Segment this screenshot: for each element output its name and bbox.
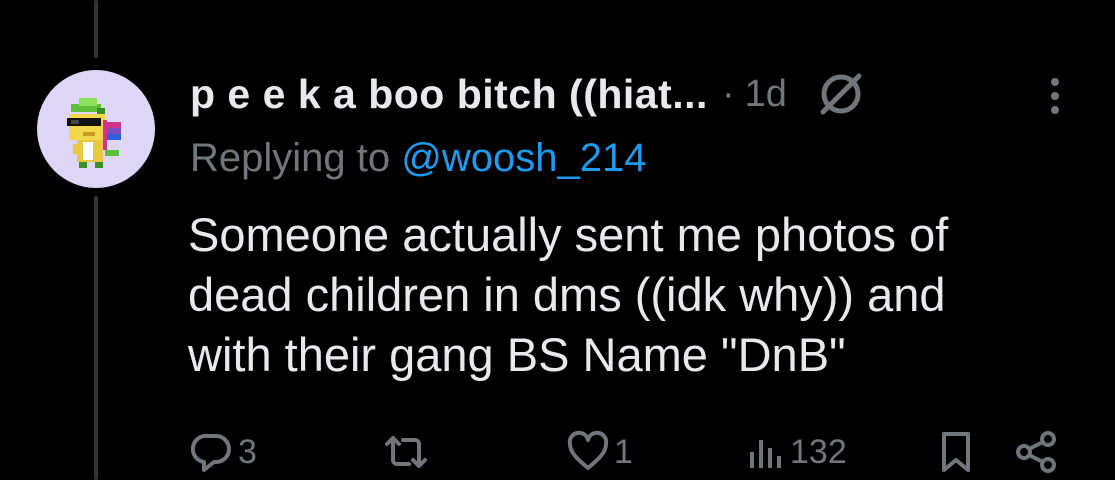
previous-bookmark-icon-fragment: [938, 0, 978, 10]
tweet-text-line: with their gang BS Name "DnB": [188, 328, 846, 381]
repost-button[interactable]: [381, 430, 435, 474]
bookmark-button[interactable]: [934, 430, 978, 474]
reply-button[interactable]: 3: [190, 430, 257, 474]
replying-handle-link[interactable]: @woosh_214: [401, 136, 646, 180]
avatar[interactable]: [37, 70, 155, 188]
thread-line-top: [94, 0, 98, 58]
previous-tweet-actions: [0, 0, 1115, 12]
like-count: 1: [614, 432, 633, 471]
previous-repost-icon-fragment: [380, 0, 420, 10]
reply-icon: [190, 433, 231, 472]
previous-reply-icon-fragment: [232, 0, 272, 10]
previous-views-icon-fragment: [748, 0, 838, 10]
analytics-icon: [750, 440, 781, 468]
share-button[interactable]: [1014, 430, 1060, 474]
more-icon[interactable]: [1043, 72, 1067, 120]
tweet-text: Someone actually sent me photos of dead …: [188, 205, 1088, 385]
like-button[interactable]: 1: [566, 430, 633, 474]
display-name[interactable]: p e e k a boo bitch ((hiat...: [190, 71, 708, 118]
tweet-text-line: dead children in dms ((idk why)) and: [188, 268, 946, 321]
share-icon: [1016, 431, 1056, 473]
tweet-text-line: Someone actually sent me photos of: [188, 208, 949, 261]
pixel-character-avatar-image: [67, 98, 121, 168]
views-button[interactable]: 132: [746, 430, 847, 474]
replying-to-line: Replying to @woosh_214: [190, 136, 646, 181]
no-entry-icon: [820, 73, 862, 115]
tweet-header: p e e k a boo bitch ((hiat... · 1d: [190, 64, 867, 124]
replying-prefix: Replying to: [190, 136, 402, 180]
repost-icon: [385, 436, 427, 468]
reply-count: 3: [238, 432, 257, 471]
timestamp[interactable]: 1d: [745, 73, 787, 116]
bookmark-icon: [942, 432, 970, 472]
views-count: 132: [790, 432, 847, 471]
tweet-actions: 3 1 132: [0, 430, 1115, 480]
previous-share-icon-fragment: [1026, 0, 1066, 10]
heart-icon: [567, 430, 609, 470]
header-separator: ·: [721, 72, 735, 115]
